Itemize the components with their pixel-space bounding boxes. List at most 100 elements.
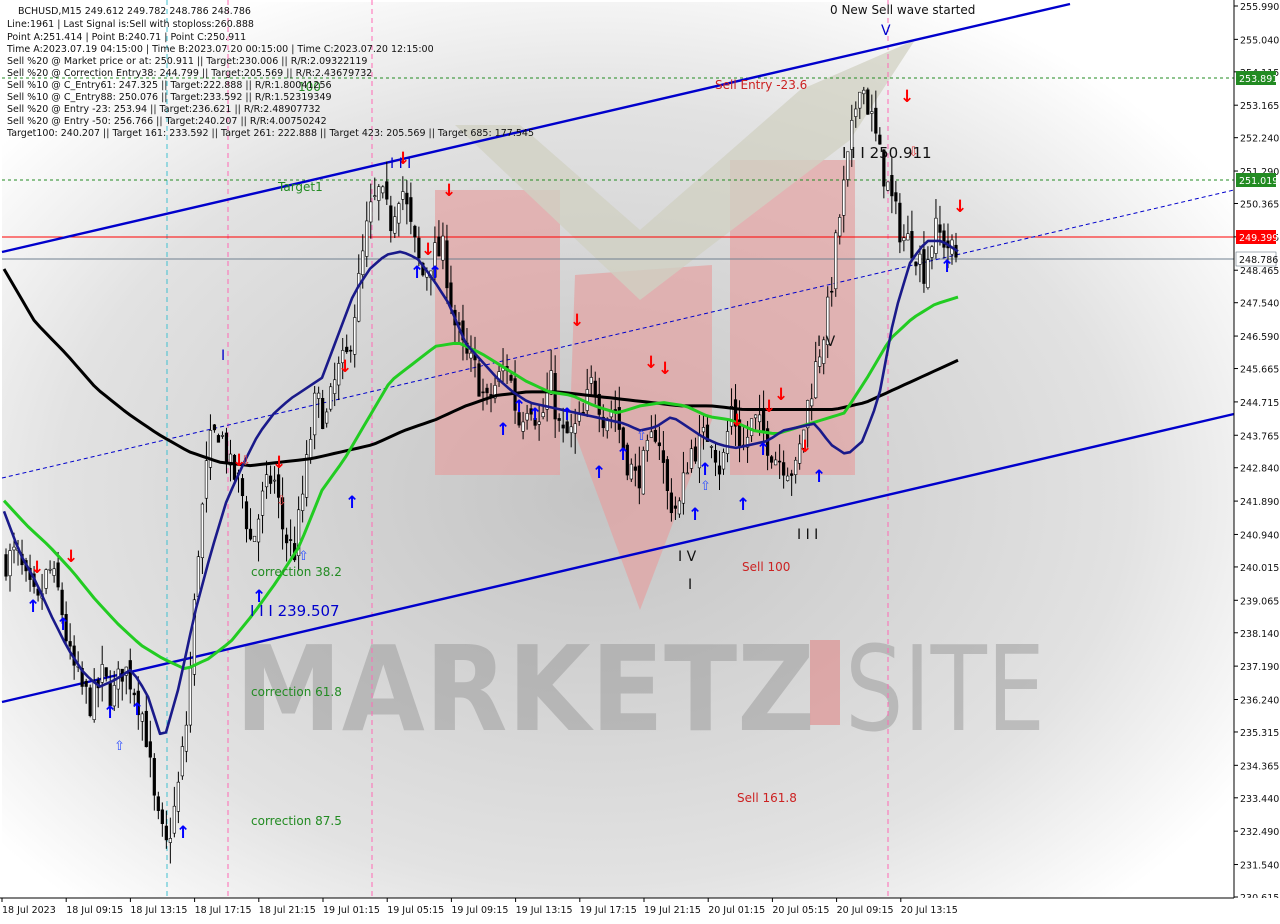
candle-body: [84, 680, 88, 687]
info-line: Sell %20 @ Correction Entry38: 244.799 |…: [7, 68, 372, 79]
candle-body: [148, 741, 152, 758]
x-tick-label: 20 Jul 09:15: [837, 905, 894, 916]
candle-body: [757, 414, 762, 423]
x-tick-label: 18 Jul 17:15: [195, 905, 252, 916]
candle-body: [56, 562, 60, 588]
candle-body: [774, 459, 778, 466]
candle-body: [329, 386, 333, 410]
wave-iii-mark: I I I: [797, 527, 818, 543]
info-line: Point A:251.414 | Point B:240.71 | Point…: [7, 32, 246, 43]
candle-body: [469, 352, 473, 359]
sell-arrow-icon: ↓: [30, 558, 44, 578]
info-line: Sell %20 @ Entry -23: 253.94 || Target:2…: [7, 104, 321, 115]
candle-body: [349, 349, 353, 352]
candle-body: [862, 89, 866, 95]
y-tick-label: 232.490: [1240, 827, 1279, 838]
candle-body: [305, 454, 309, 498]
info-line: Sell %10 @ C_Entry88: 250.076 || Target:…: [7, 92, 332, 103]
candle-body: [749, 418, 754, 436]
candle-body: [417, 237, 421, 259]
buy-arrow-icon: ↑: [616, 445, 630, 465]
candle-body: [240, 478, 245, 497]
candle-body: [509, 375, 513, 381]
sell-1618-label: Sell 161.8: [737, 791, 797, 805]
wave-i-mark-2: I: [688, 577, 692, 593]
candle-body: [589, 377, 593, 384]
candle-body: [561, 424, 565, 429]
candle-body: [353, 317, 357, 355]
candle-body: [838, 217, 842, 237]
sell-arrow-icon: ↓: [272, 453, 286, 473]
y-tick-label: 245.665: [1240, 365, 1279, 376]
x-tick-label: 18 Jul 13:15: [130, 905, 187, 916]
wave-iii-label: I I I 239.507: [250, 602, 340, 620]
candle-body: [196, 556, 201, 597]
sell-arrow-icon: ↓: [798, 437, 812, 457]
candle-body: [894, 192, 898, 202]
candle-body: [721, 452, 726, 470]
candle-body: [693, 446, 698, 462]
candle-body: [264, 474, 269, 488]
candle-body: [156, 796, 160, 811]
candle-body: [216, 435, 221, 443]
candle-body: [681, 472, 686, 504]
buy-arrow-icon: ↑: [528, 405, 542, 425]
candle-body: [8, 550, 12, 577]
candle-body: [381, 186, 385, 194]
candle-body: [910, 231, 914, 259]
candle-body: [413, 225, 417, 238]
correction-875-label: correction 87.5: [251, 814, 342, 828]
buy-arrow-icon: ↑: [56, 615, 70, 635]
candle-body: [188, 667, 192, 726]
y-tick-label: 252.240: [1240, 134, 1279, 145]
candle-body: [830, 290, 834, 293]
buy-arrow-icon: ↑: [496, 420, 510, 440]
candle-body: [268, 475, 273, 484]
candle-body: [60, 589, 64, 616]
info-line: Sell %20 @ Market price or at: 250.911 |…: [7, 56, 367, 67]
candle-body: [224, 432, 229, 465]
candle-body: [377, 186, 381, 201]
candle-body: [4, 554, 8, 577]
info-line: Line:1961 | Last Signal is:Sell with sto…: [7, 19, 254, 30]
chart-window: MARKETZ SITE ↑ ↑ ↑ ↑ ↑ ↑ ↑ ↑ ↑ ↑ ↑ ↑ ↑ ↑…: [0, 0, 1280, 920]
x-tick-label: 19 Jul 13:15: [516, 905, 573, 916]
correction-618-label: correction 61.8: [251, 685, 342, 699]
candle-body: [445, 240, 449, 289]
sell-arrow-icon: ↓: [644, 353, 658, 373]
info-line: Time A:2023.07.19 04:15:00 | Time B:2023…: [6, 44, 434, 55]
point-c-label: I I I 250.911: [842, 144, 932, 162]
candle-body: [770, 456, 774, 463]
y-tick-label: 235.315: [1240, 728, 1279, 739]
info-line: BCHUSD,M15 249.612 249.782 248.786 248.7…: [18, 6, 251, 17]
candle-body: [902, 237, 906, 242]
candle-body: [401, 191, 405, 200]
candle-body: [569, 426, 573, 434]
candle-body: [641, 450, 645, 495]
info-line: Target100: 240.207 || Target 161: 233.59…: [6, 128, 534, 139]
candle-body: [385, 181, 389, 200]
sell-arrow-icon: ↓: [730, 411, 744, 431]
candle-body: [810, 398, 814, 407]
candle-body: [272, 479, 277, 482]
price-chart: MARKETZ SITE ↑ ↑ ↑ ↑ ↑ ↑ ↑ ↑ ↑ ↑ ↑ ↑ ↑ ↑…: [0, 0, 1280, 920]
candle-body: [152, 758, 156, 796]
candle-body: [665, 459, 669, 491]
candle-body: [657, 442, 661, 447]
candle-body: [521, 421, 525, 432]
y-tick-label: 243.765: [1240, 431, 1279, 442]
y-tick-label: 255.990: [1240, 2, 1279, 13]
sell-arrow-icon: ↓: [774, 385, 788, 405]
candle-body: [669, 492, 673, 514]
y-tick-label: 250.365: [1240, 200, 1279, 211]
candle-body: [144, 710, 148, 748]
y-tick-label: 237.190: [1240, 662, 1279, 673]
candle-body: [637, 465, 641, 489]
candle-body: [709, 446, 714, 448]
candle-body: [629, 463, 633, 480]
x-tick-label: 20 Jul 13:15: [901, 905, 958, 916]
candle-body: [361, 250, 365, 276]
buy-arrow-icon: ↑: [512, 397, 526, 417]
candle-body: [208, 430, 213, 468]
hollow-buy-arrow-icon: ⇧: [298, 549, 309, 564]
